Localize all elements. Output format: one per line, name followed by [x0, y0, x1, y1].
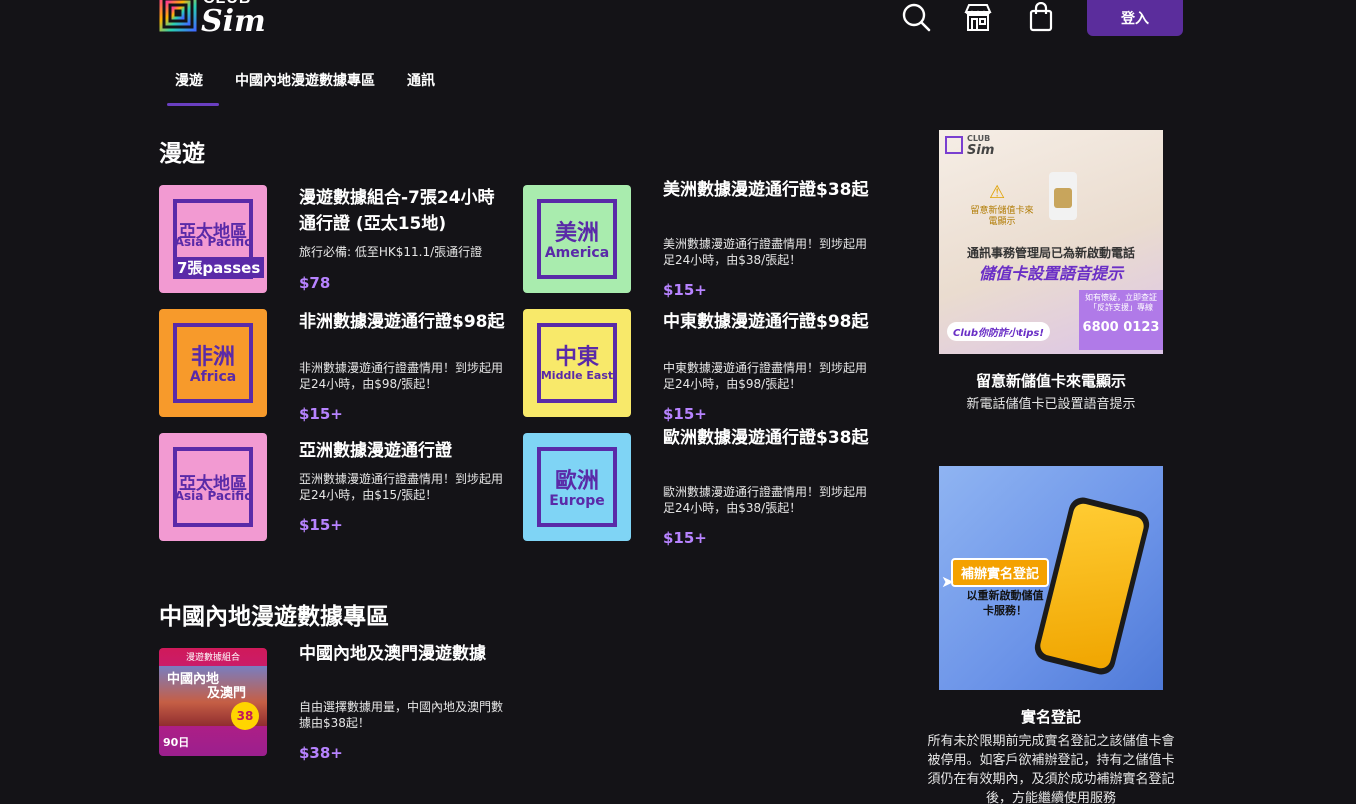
product-price: $15+ [663, 281, 707, 299]
product-price: $15+ [663, 529, 707, 547]
thumbnail-region-zh: 歐洲 [554, 469, 599, 494]
product-card-asia[interactable]: 亞太地區 Asia Pacific 亞洲數據漫遊通行證 亞洲數據漫遊通行證盡情用… [159, 433, 509, 543]
product-card-asia-pacific-7passes[interactable]: 亞太地區 Asia Pacific 7張passes 漫遊數據組合-7張24小時… [159, 185, 509, 295]
thumbnail-region-en: Middle East [540, 369, 614, 382]
product-thumbnail: 非洲 Africa [159, 309, 267, 417]
product-description: 非洲數據漫遊通行證盡情用！到埗起用足24小時，由$98/張起！ [299, 361, 504, 391]
section-title-china-roaming: 中國內地漫遊數據專區 [159, 604, 389, 630]
shopping-bag-icon[interactable] [1026, 2, 1056, 32]
product-title[interactable]: 中東數據漫遊通行證$98起 [663, 309, 873, 335]
logo-mark-icon [159, 0, 197, 32]
product-title[interactable]: 亞洲數據漫遊通行證 [299, 438, 509, 464]
promo-title-sim-voice-alert[interactable]: 留意新儲值卡來電顯示 [920, 370, 1182, 391]
thumbnail-region-en: Africa [189, 369, 237, 385]
product-card-middle-east[interactable]: 中東 Middle East 中東數據漫遊通行證$98起 中東數據漫遊通行證盡情… [523, 309, 873, 423]
product-title[interactable]: 非洲數據漫遊通行證$98起 [299, 309, 509, 335]
product-description: 美洲數據漫遊通行證盡情用！到埗起用足24小時，由$38/張起！ [663, 237, 868, 267]
promo-hotline-label: 如有懷疑，立即查証「反詐支援」專線 [1085, 293, 1157, 312]
section-title-roaming: 漫遊 [159, 141, 205, 167]
product-price: $15+ [299, 405, 343, 423]
thumbnail-days: 90日 [163, 736, 190, 749]
phone-screen [1038, 501, 1146, 671]
product-price: $78 [299, 274, 331, 292]
promo-banner-real-name-registration[interactable]: 補辦實名登記 ➤ 以重新啟動儲值卡服務！ [939, 466, 1163, 690]
product-description: 自由選擇數據用量，中國內地及澳門數據由$38起！ [299, 700, 504, 730]
thumbnail-region-en: Asia Pacific [174, 489, 252, 503]
product-card-america[interactable]: 美洲 America 美洲數據漫遊通行證$38起 美洲數據漫遊通行證盡情用！到埗… [523, 180, 873, 299]
product-description: 亞洲數據漫遊通行證盡情用！到埗起用足24小時，由$15/張起！ [299, 472, 504, 502]
promo-warning-text: 留意新儲值卡來電顯示 [970, 206, 1034, 227]
store-icon[interactable] [963, 2, 993, 32]
promo-tip-badge: Club你防詐小tips! [947, 322, 1050, 341]
product-card-china-macau[interactable]: 漫遊數據組合 中國內地 及澳門 38 90日 中國內地及澳門漫遊數據 自由選擇數… [159, 644, 509, 762]
promo-banner-sim-voice-alert[interactable]: CLUB Sim ⚠ 留意新儲值卡來電顯示 通訊事務管理局已為新啟動電話 儲值卡… [939, 130, 1163, 354]
promo-subtitle-sim-voice-alert: 新電話儲值卡已設置語音提示 [966, 397, 1136, 412]
promo-logo-mark-icon [945, 136, 963, 154]
login-button[interactable]: 登入 [1087, 0, 1183, 36]
product-price: $38+ [299, 744, 343, 762]
product-description: 旅行必備: 低至HK$11.1/張通行證 [299, 245, 483, 259]
product-thumbnail: 美洲 America [523, 185, 631, 293]
tab-roaming[interactable]: 漫遊 [159, 64, 219, 106]
thumbnail-price-badge: 38 [231, 702, 259, 730]
product-title[interactable]: 歐洲數據漫遊通行證$38起 [663, 425, 873, 451]
warning-icon: ⚠ [989, 182, 1006, 203]
thumbnail-region-zh: 中東 [554, 345, 599, 370]
product-description: 中東數據漫遊通行證盡情用！到埗起用足24小時，由$98/張起！ [663, 361, 868, 391]
promo-tag: 補辦實名登記 [951, 558, 1050, 587]
section-tabs: 漫遊 中國內地漫遊數據專區 通訊 [159, 64, 451, 108]
product-title[interactable]: 漫遊數據組合-7張24小時通行證 (亞太15地) [299, 185, 509, 237]
promo-title-real-name-registration[interactable]: 實名登記 [920, 706, 1182, 727]
product-title[interactable]: 美洲數據漫遊通行證$38起 [663, 177, 873, 203]
logo-sim-text: Sim [201, 4, 266, 39]
promo-logo-club: CLUB [967, 134, 991, 143]
promo-subtitle-real-name-registration: 所有未於限期前完成實名登記之該儲值卡會被停用。如客戶欲補辦登記，持有之儲值卡須仍… [927, 734, 1175, 804]
product-price: $15+ [299, 516, 343, 534]
product-thumbnail: 中東 Middle East [523, 309, 631, 417]
thumbnail-region-en: Europe [549, 493, 605, 509]
cursor-icon: ➤ [941, 572, 955, 591]
thumbnail-region-zh: 非洲 [190, 345, 235, 370]
tab-china-roaming[interactable]: 中國內地漫遊數據專區 [219, 64, 391, 106]
thumbnail-region-zh-2: 及澳門 [207, 686, 247, 701]
club-sim-logo[interactable]: CLUB Sim [159, 0, 269, 42]
product-card-africa[interactable]: 非洲 Africa 非洲數據漫遊通行證$98起 非洲數據漫遊通行證盡情用！到埗起… [159, 309, 509, 423]
promo-line-1: 通訊事務管理局已為新啟動電話 [966, 246, 1135, 260]
product-title[interactable]: 中國內地及澳門漫遊數據 [299, 641, 509, 667]
product-description: 歐洲數據漫遊通行證盡情用！到埗起用足24小時，由$38/張起！ [663, 485, 868, 515]
thumbnail-region-en: Asia Pacific [174, 235, 252, 249]
product-thumbnail: 亞太地區 Asia Pacific [159, 433, 267, 541]
site-header: CLUB Sim 登入 [0, 0, 1356, 44]
product-price: $15+ [663, 405, 707, 423]
thumbnail-passes-label: 7張passes [173, 257, 265, 278]
phone-image [1031, 494, 1153, 678]
sim-chip-icon [1054, 188, 1072, 208]
promo-logo-sim: Sim [967, 143, 995, 158]
thumbnail-region-zh: 美洲 [554, 221, 599, 246]
product-thumbnail: 亞太地區 Asia Pacific 7張passes [159, 185, 267, 293]
product-thumbnail: 歐洲 Europe [523, 433, 631, 541]
thumbnail-region-en: America [544, 245, 610, 261]
promo-text: 以重新啟動儲值卡服務！ [966, 589, 1044, 617]
search-icon[interactable] [901, 2, 931, 32]
tab-communications[interactable]: 通訊 [391, 64, 451, 106]
promo-line-2: 儲值卡設置語音提示 [978, 264, 1123, 283]
product-thumbnail: 漫遊數據組合 中國內地 及澳門 38 90日 [159, 648, 267, 756]
product-card-europe[interactable]: 歐洲 Europe 歐洲數據漫遊通行證$38起 歐洲數據漫遊通行證盡情用！到埗起… [523, 428, 873, 547]
promo-hotline-number: 6800 0123 [1082, 320, 1160, 335]
thumbnail-banner: 漫遊數據組合 [185, 653, 240, 663]
